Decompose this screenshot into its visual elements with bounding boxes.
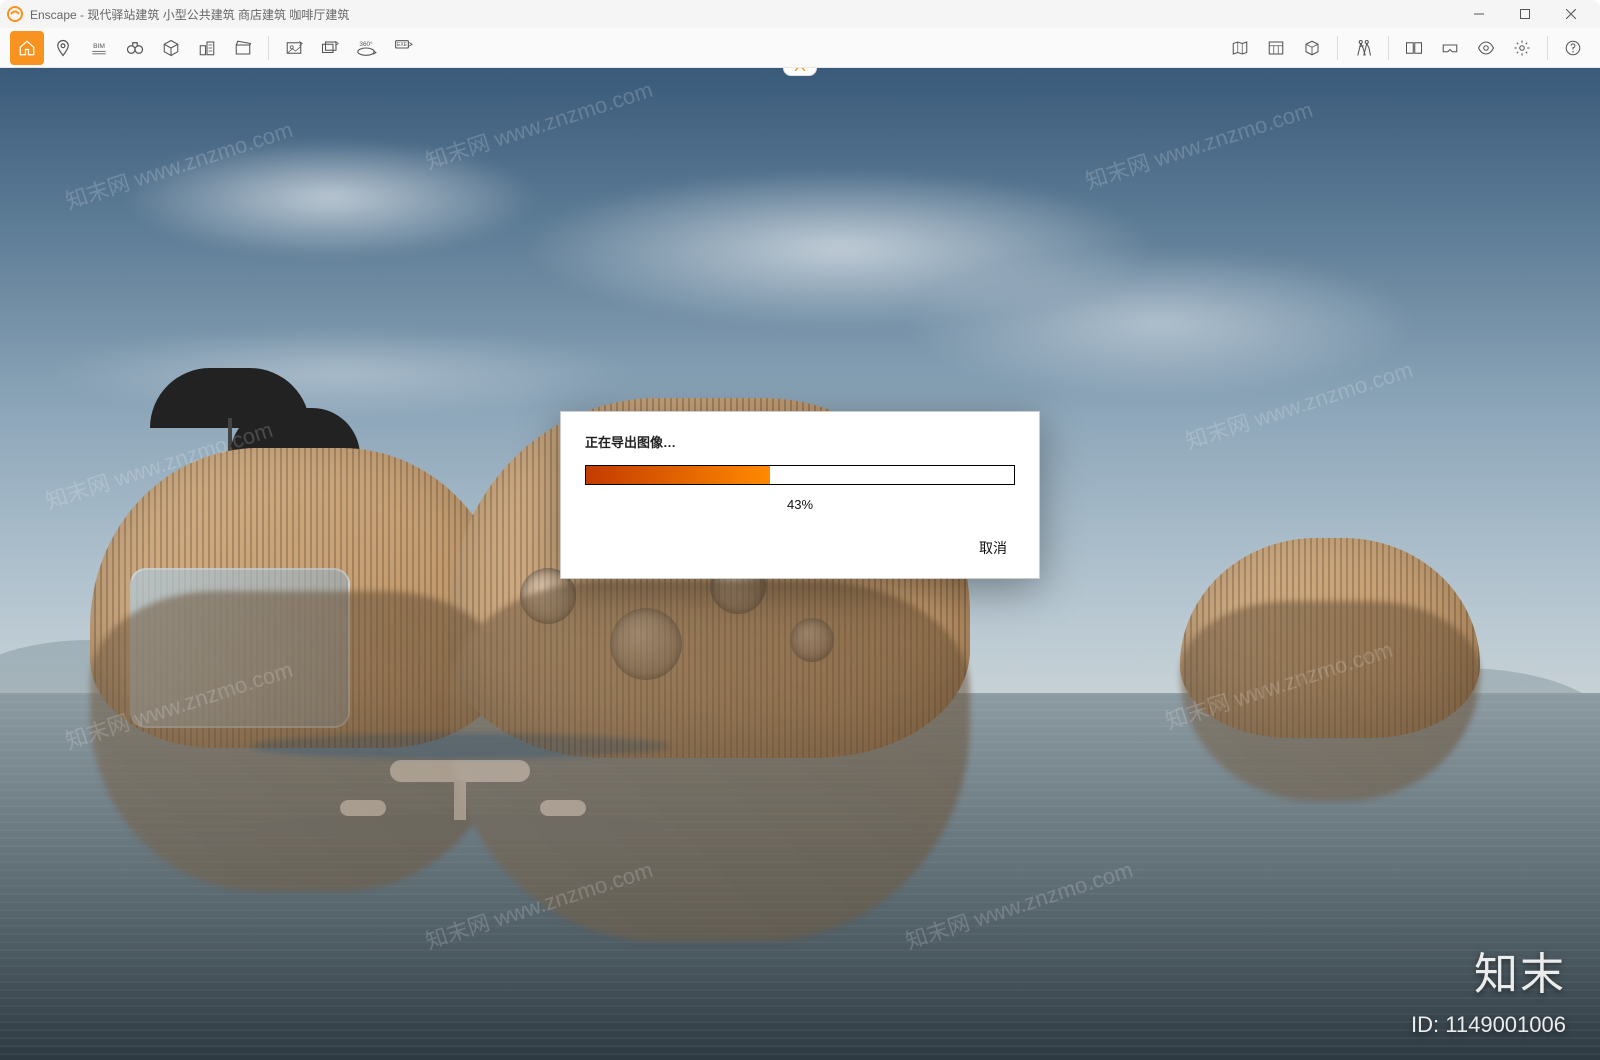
vr-button[interactable] <box>1433 31 1467 65</box>
toolbar-separator <box>268 36 269 60</box>
window-maximize-button[interactable] <box>1502 0 1548 28</box>
clap-button[interactable] <box>226 31 260 65</box>
window-minimize-button[interactable] <box>1456 0 1502 28</box>
export-image-button[interactable] <box>277 31 311 65</box>
sync-views-icon <box>1405 39 1423 57</box>
3d-cube-icon <box>162 39 180 57</box>
pin-button[interactable] <box>46 31 80 65</box>
asset-library-icon <box>1267 39 1285 57</box>
watermark-brand: 知末 <box>1474 938 1566 1002</box>
pano-button[interactable] <box>1295 31 1329 65</box>
export-exe-button[interactable]: EXE <box>385 31 419 65</box>
export-progress-percent: 43% <box>585 497 1015 512</box>
export-progress-title: 正在导出图像… <box>585 432 1015 451</box>
toolbar-separator <box>1388 36 1389 60</box>
map-pin-icon <box>54 39 72 57</box>
gear-button[interactable] <box>1505 31 1539 65</box>
settings-gear-icon <box>1513 39 1531 57</box>
toolbar-separator <box>1337 36 1338 60</box>
walk-button[interactable] <box>1346 31 1380 65</box>
cancel-button[interactable]: 取消 <box>971 534 1015 562</box>
watermark-id: ID: 1149001006 <box>1411 1012 1566 1038</box>
export-batch-button[interactable] <box>313 31 347 65</box>
visual-settings-icon <box>1476 39 1496 57</box>
buildings-icon <box>198 39 216 57</box>
export-progress-bar <box>585 465 1015 485</box>
svg-text:360°: 360° <box>359 40 373 48</box>
export-progress-dialog: 正在导出图像… 43% 取消 <box>560 411 1040 579</box>
export-batch-icon <box>320 39 340 57</box>
render-viewport[interactable]: 知末网 www.znzmo.com知末网 www.znzmo.com知末网 ww… <box>0 68 1600 1060</box>
panorama-cube-icon <box>1303 39 1321 57</box>
app-window: Enscape - 现代驿站建筑 小型公共建筑 商店建筑 咖啡厅建筑 BIM 36… <box>0 0 1600 1060</box>
help-icon <box>1564 39 1582 57</box>
svg-text:BIM: BIM <box>93 43 105 50</box>
city-button[interactable] <box>190 31 224 65</box>
bim-icon: BIM <box>89 39 109 57</box>
clapperboard-icon <box>234 39 252 57</box>
assets-button[interactable] <box>1259 31 1293 65</box>
toolbar-expand-handle[interactable] <box>783 68 817 76</box>
home-button[interactable] <box>10 31 44 65</box>
binoculars-icon <box>125 39 145 57</box>
main-toolbar: BIM 360° EXE <box>0 28 1600 68</box>
map-button[interactable] <box>1223 31 1257 65</box>
sync-button[interactable] <box>1397 31 1431 65</box>
minimap-icon <box>1231 39 1249 57</box>
home-icon <box>18 39 36 57</box>
window-close-button[interactable] <box>1548 0 1594 28</box>
walk-mode-icon <box>1353 39 1373 57</box>
cube-button[interactable] <box>154 31 188 65</box>
vr-headset-icon <box>1440 39 1460 57</box>
help-button[interactable] <box>1556 31 1590 65</box>
binoc-button[interactable] <box>118 31 152 65</box>
app-logo-icon <box>6 5 24 23</box>
app-title: Enscape - 现代驿站建筑 小型公共建筑 商店建筑 咖啡厅建筑 <box>30 6 349 23</box>
export-360-icon: 360° <box>355 38 377 58</box>
export-image-icon <box>284 39 304 57</box>
water-reflection <box>90 743 1480 981</box>
export-360-button[interactable]: 360° <box>349 31 383 65</box>
eye-button[interactable] <box>1469 31 1503 65</box>
export-exe-icon: EXE <box>391 38 413 58</box>
titlebar: Enscape - 现代驿站建筑 小型公共建筑 商店建筑 咖啡厅建筑 <box>0 0 1600 28</box>
bim-button[interactable]: BIM <box>82 31 116 65</box>
toolbar-separator <box>1547 36 1548 60</box>
svg-text:EXE: EXE <box>397 42 408 48</box>
